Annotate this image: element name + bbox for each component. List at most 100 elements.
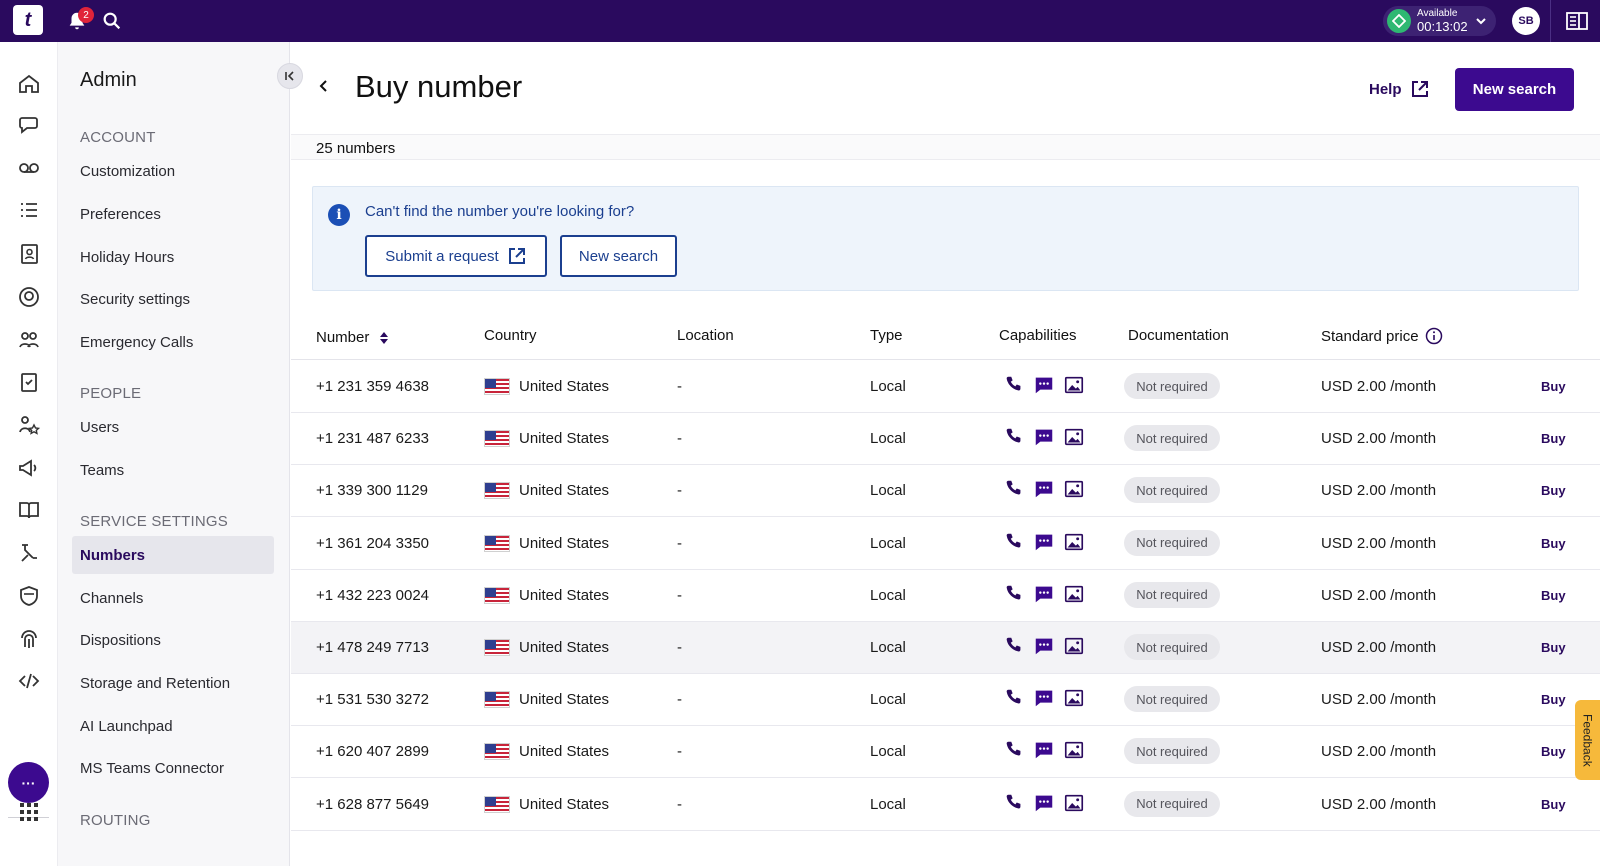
topbar-divider bbox=[1550, 0, 1551, 42]
price-cell: USD 2.00 /month bbox=[1321, 430, 1437, 448]
info-banner: i Can't find the number you're looking f… bbox=[312, 186, 1579, 291]
documentation-badge: Not required bbox=[1124, 477, 1220, 504]
mms-capability-icon bbox=[1064, 742, 1084, 759]
knowledge-book-icon[interactable] bbox=[17, 498, 41, 522]
agent-icon[interactable] bbox=[17, 285, 41, 309]
sidenav-item-teams[interactable]: Teams bbox=[72, 451, 274, 489]
agent-status-selector[interactable]: Available 00:13:02 bbox=[1383, 6, 1496, 36]
sidenav-item-holiday-hours[interactable]: Holiday Hours bbox=[72, 238, 274, 276]
sidenav-item-security-settings[interactable]: Security settings bbox=[72, 280, 274, 318]
search-icon[interactable] bbox=[101, 10, 123, 32]
column-capabilities: Capabilities bbox=[999, 327, 1077, 344]
price-cell: USD 2.00 /month bbox=[1321, 795, 1437, 813]
location-cell: - bbox=[677, 795, 682, 813]
more-apps-button[interactable]: ··· bbox=[8, 762, 49, 803]
buy-button[interactable]: Buy bbox=[1541, 483, 1566, 498]
buy-button[interactable]: Buy bbox=[1541, 588, 1566, 603]
phone-number: +1 628 877 5649 bbox=[316, 795, 430, 813]
list-icon[interactable] bbox=[17, 199, 41, 223]
table-row[interactable]: +1 478 249 7713 United States - Local Not re… bbox=[291, 622, 1600, 674]
sidenav-item-storage-retention[interactable]: Storage and Retention bbox=[72, 664, 274, 702]
location-cell: - bbox=[677, 430, 682, 448]
home-icon[interactable] bbox=[17, 72, 41, 96]
type-cell: Local bbox=[870, 586, 906, 604]
table-row[interactable]: +1 231 487 6233 United States - Local Not re… bbox=[291, 413, 1600, 466]
sidenav-item-users[interactable]: Users bbox=[72, 408, 274, 446]
help-link[interactable]: Help bbox=[1369, 79, 1430, 99]
sidenav-item-ms-teams-connector[interactable]: MS Teams Connector bbox=[72, 749, 274, 787]
mms-capability-icon bbox=[1064, 690, 1084, 707]
buy-button[interactable]: Buy bbox=[1541, 536, 1566, 551]
location-cell: - bbox=[677, 378, 682, 395]
buy-button[interactable]: Buy bbox=[1541, 431, 1566, 446]
megaphone-icon[interactable] bbox=[17, 456, 41, 480]
routing-icon[interactable] bbox=[17, 541, 41, 565]
tasks-icon[interactable] bbox=[17, 370, 41, 394]
code-icon[interactable] bbox=[17, 669, 41, 693]
new-search-button[interactable]: New search bbox=[1455, 68, 1574, 111]
side-panel-icon[interactable] bbox=[1566, 11, 1588, 31]
sidenav-item-ai-launchpad[interactable]: AI Launchpad bbox=[72, 707, 274, 745]
sidenav-item-channels[interactable]: Channels bbox=[72, 579, 274, 617]
column-standard-price: Standard price bbox=[1321, 327, 1443, 345]
info-circle-icon[interactable] bbox=[1425, 327, 1443, 345]
banner-new-search-button[interactable]: New search bbox=[560, 235, 677, 277]
table-row[interactable]: +1 231 359 4638 United States - Local Not re… bbox=[291, 361, 1600, 413]
sidenav-item-customization[interactable]: Customization bbox=[72, 152, 274, 190]
country-name: United States bbox=[519, 378, 610, 395]
table-row[interactable]: +1 432 223 0024 United States - Local Not re… bbox=[291, 570, 1600, 622]
buy-button[interactable]: Buy bbox=[1541, 379, 1566, 394]
table-row[interactable]: +1 620 407 2899 United States - Local Not re… bbox=[291, 726, 1600, 779]
voicemail-icon[interactable] bbox=[17, 156, 41, 180]
us-flag-icon bbox=[484, 430, 510, 448]
table-row[interactable]: +1 628 877 5649 United States - Local Not re… bbox=[291, 779, 1600, 831]
location-cell: - bbox=[677, 534, 682, 552]
country-name: United States bbox=[519, 639, 610, 656]
sms-capability-icon bbox=[1035, 429, 1053, 446]
table-row[interactable]: +1 361 204 3350 United States - Local Not re… bbox=[291, 518, 1600, 570]
buy-button[interactable]: Buy bbox=[1541, 797, 1566, 812]
sidenav-item-dispositions[interactable]: Dispositions bbox=[72, 621, 274, 659]
sms-capability-icon bbox=[1035, 743, 1053, 759]
column-location: Location bbox=[677, 327, 734, 344]
buy-button[interactable]: Buy bbox=[1541, 640, 1566, 655]
users-star-icon[interactable] bbox=[17, 413, 41, 437]
sidenav-item-numbers[interactable]: Numbers bbox=[72, 536, 274, 574]
conversations-icon[interactable] bbox=[17, 114, 41, 138]
sidenav-item-emergency-calls[interactable]: Emergency Calls bbox=[72, 323, 274, 361]
section-routing: ROUTING bbox=[80, 812, 151, 829]
contacts-icon[interactable] bbox=[17, 242, 41, 266]
app-logo[interactable]: t bbox=[13, 5, 43, 35]
notification-count-badge: 2 bbox=[78, 7, 94, 23]
voice-capability-icon bbox=[1006, 585, 1021, 600]
sidenav-item-preferences[interactable]: Preferences bbox=[72, 195, 274, 233]
voice-capability-icon bbox=[1006, 428, 1021, 443]
submit-request-button[interactable]: Submit a request bbox=[365, 235, 547, 277]
type-cell: Local bbox=[870, 534, 906, 552]
app-grid-icon[interactable] bbox=[17, 800, 41, 824]
documentation-badge: Not required bbox=[1124, 581, 1220, 608]
user-avatar[interactable]: SB bbox=[1512, 7, 1540, 35]
table-row[interactable]: +1 531 530 3272 United States - Local Not re… bbox=[291, 674, 1600, 727]
team-icon[interactable] bbox=[17, 328, 41, 352]
column-country: Country bbox=[484, 327, 537, 344]
collapse-sidenav-button[interactable] bbox=[277, 63, 303, 89]
mms-capability-icon bbox=[1064, 794, 1084, 811]
sms-capability-icon bbox=[1035, 638, 1053, 655]
feedback-tab[interactable]: Feedback bbox=[1575, 700, 1600, 780]
sms-capability-icon bbox=[1035, 534, 1053, 550]
buy-button[interactable]: Buy bbox=[1541, 692, 1566, 707]
documentation-badge: Not required bbox=[1124, 790, 1220, 817]
table-header: Number Country Location Type Capabilitie… bbox=[291, 312, 1600, 360]
table-row[interactable]: +1 339 300 1129 United States - Local Not re… bbox=[291, 465, 1600, 518]
shield-icon[interactable] bbox=[17, 584, 41, 608]
back-chevron-icon[interactable] bbox=[317, 79, 331, 93]
buy-button[interactable]: Buy bbox=[1541, 744, 1566, 759]
fingerprint-icon[interactable] bbox=[17, 627, 41, 651]
country-cell: United States bbox=[484, 586, 609, 604]
column-number[interactable]: Number bbox=[316, 329, 389, 346]
country-name: United States bbox=[519, 482, 610, 500]
chevron-down-icon bbox=[1476, 18, 1486, 25]
country-cell: United States bbox=[484, 534, 609, 552]
voice-capability-icon bbox=[1006, 533, 1021, 548]
